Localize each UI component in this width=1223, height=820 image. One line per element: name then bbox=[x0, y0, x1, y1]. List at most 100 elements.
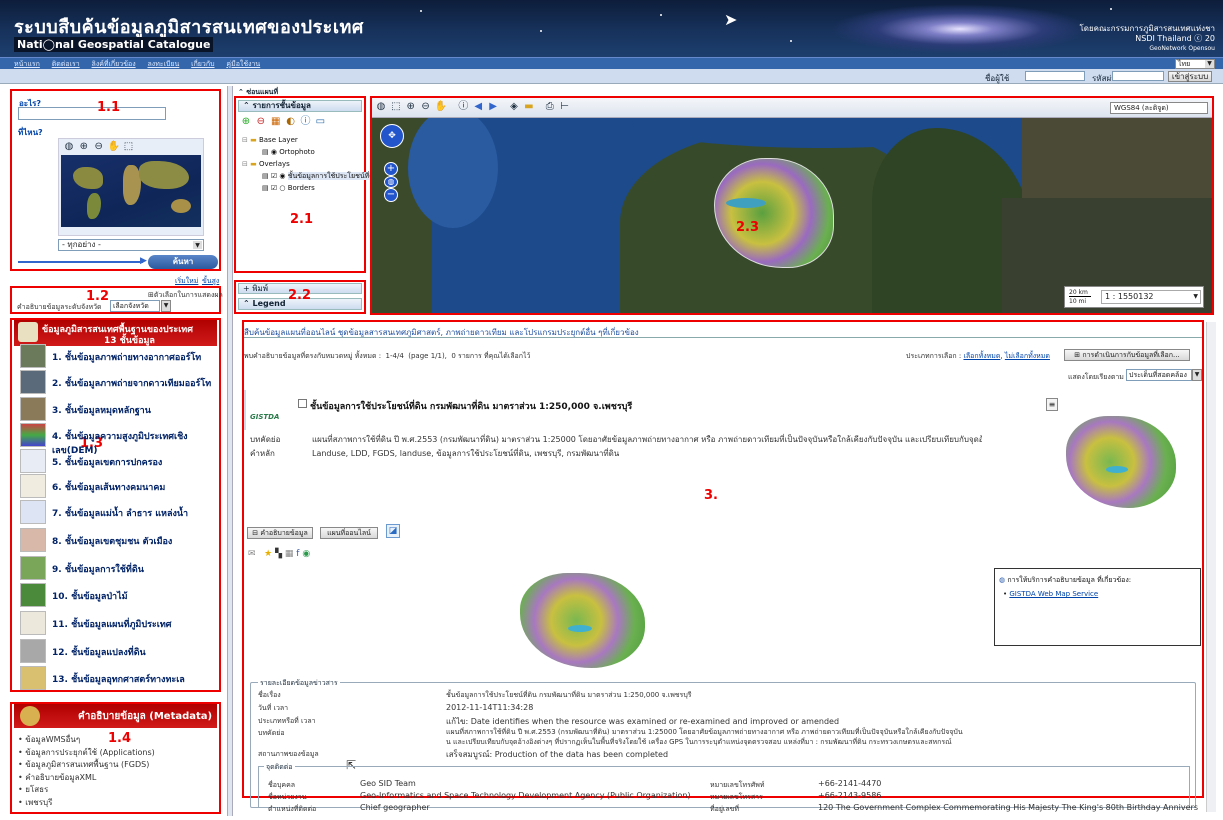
metadata-link[interactable]: • ข้อมูลการประยุกต์ใช้ (Applications) bbox=[18, 747, 155, 760]
username-input[interactable] bbox=[1025, 71, 1085, 81]
region-select[interactable]: - ทุกอย่าง - ▼ bbox=[58, 239, 204, 251]
metadata-link[interactable]: • ยโสธร bbox=[18, 784, 155, 797]
digg-icon[interactable]: ▦ bbox=[285, 549, 294, 559]
tree-node-borders[interactable]: ▤ ☑ ○ Borders bbox=[242, 182, 379, 194]
category-item[interactable]: 10. ชั้นข้อมูลป่าไม้ bbox=[20, 583, 216, 611]
actions-button[interactable]: ⊞ การดำเนินการกับข้อมูลที่เลือก... bbox=[1064, 349, 1190, 361]
document-icon[interactable]: ≡ bbox=[1046, 398, 1058, 411]
share-icon[interactable]: ◉ bbox=[302, 549, 310, 559]
nav-home[interactable]: หน้าแรก bbox=[14, 60, 40, 68]
reservoir-area bbox=[568, 625, 592, 632]
zoom-out-icon[interactable]: ⊖ bbox=[420, 101, 432, 113]
map-canvas[interactable]: ✥ + ◍ − 2.3 20 km 10 mi 1 : 1550132 ▼ bbox=[372, 118, 1212, 313]
tree-node-base[interactable]: ⊟ ▬ Base Layer bbox=[242, 134, 379, 146]
metadata-link[interactable]: • คำอธิบายข้อมูลXML bbox=[18, 772, 155, 785]
identify-icon[interactable]: ⓘ bbox=[457, 101, 469, 113]
facebook-icon[interactable]: f bbox=[296, 549, 299, 559]
email-icon[interactable]: ✉ bbox=[248, 549, 256, 559]
category-item[interactable]: 1. ชั้นข้อมูลภาพถ่ายทางอากาศออร์โท bbox=[20, 344, 216, 372]
search-button[interactable]: ค้นหา bbox=[148, 255, 218, 269]
password-input[interactable] bbox=[1112, 71, 1164, 81]
pan-hand-icon[interactable]: ✋ bbox=[435, 101, 447, 113]
zoom-world-icon[interactable]: ◍ bbox=[384, 176, 398, 188]
nav-related-links[interactable]: ลิงค์ที่เกี่ยวข้อง bbox=[92, 60, 136, 68]
category-thumbnail bbox=[20, 556, 46, 580]
nav-register[interactable]: ลงทะเบียน bbox=[147, 60, 179, 68]
select-box-icon[interactable]: ⬚ bbox=[123, 141, 135, 153]
globe-icon[interactable]: ◍ bbox=[63, 141, 75, 153]
metadata-link[interactable]: • เพชรบุรี bbox=[18, 797, 155, 810]
category-item[interactable]: 9. ชั้นข้อมูลการใช้ที่ดิน bbox=[20, 556, 216, 584]
map-panel: ◍ ⬚ ⊕ ⊖ ✋ ⓘ ◀ ▶ ◈ ▬ ⎙ ⊢ WGS84 (ละติจูด) … bbox=[370, 96, 1214, 315]
metadata-link[interactable]: • ข้อมูลภูมิสารสนเทศพื้นฐาน (FGDS) bbox=[18, 759, 155, 772]
annotation-2-1: 2.1 bbox=[290, 212, 314, 227]
category-item[interactable]: 5. ชั้นข้อมูลเขตการปกครอง bbox=[20, 449, 216, 477]
map-link-icon[interactable]: ◪ bbox=[386, 524, 400, 538]
category-item[interactable]: 8. ชั้นข้อมูลเขตชุมชน ตัวเมือง bbox=[20, 528, 216, 556]
star-icon[interactable]: ★ bbox=[264, 549, 272, 559]
sort-select[interactable]: ประเด็นที่สอดคล้อง bbox=[1126, 369, 1192, 381]
print-icon[interactable]: ⎙ bbox=[544, 101, 556, 113]
tree-node-ortophoto[interactable]: ▤ ◉ Ortophoto bbox=[242, 146, 379, 158]
category-item[interactable]: 13. ชั้นข้อมูลอุทกศาสตร์ทางทะเล bbox=[20, 666, 216, 694]
category-thumbnail bbox=[20, 528, 46, 552]
what-input[interactable] bbox=[18, 107, 166, 120]
category-item[interactable]: 12. ชั้นข้อมูลแปลงที่ดิน bbox=[20, 639, 216, 667]
back-icon[interactable]: ◀ bbox=[472, 101, 484, 113]
metadata-icon[interactable]: ▭ bbox=[314, 116, 326, 128]
province-select[interactable]: เลือกจังหวัด bbox=[110, 300, 160, 312]
forward-icon[interactable]: ▶ bbox=[487, 101, 499, 113]
tree-node-landuse[interactable]: ▤ ☑ ◉ ชั้นข้อมูลการใช้ประโยชน์ที่ดิน bbox=[242, 170, 379, 182]
record-checkbox[interactable] bbox=[298, 399, 307, 408]
open-icon[interactable]: ▬ bbox=[523, 101, 535, 113]
results-scrollbar[interactable] bbox=[1206, 322, 1216, 812]
tab-online-map[interactable]: แผนที่ออนไลน์ bbox=[320, 527, 378, 539]
opacity-icon[interactable]: ◐ bbox=[285, 116, 297, 128]
category-item[interactable]: 6. ชั้นข้อมูลเส้นทางคมนาคม bbox=[20, 474, 216, 502]
select-all-link[interactable]: เลือกทั้งหมด bbox=[963, 352, 1000, 360]
tree-node-overlays[interactable]: ⊟ ▬ Overlays bbox=[242, 158, 379, 170]
layers-icon[interactable]: ◈ bbox=[508, 101, 520, 113]
remove-layer-icon[interactable]: ⊖ bbox=[255, 116, 267, 128]
category-item[interactable]: 4. ชั้นข้อมูลความสูงภูมิประเทศเชิงเลข(DE… bbox=[20, 423, 216, 456]
category-item[interactable]: 2. ชั้นข้อมูลภาพถ่ายจากดาวเทียมออร์โท bbox=[20, 370, 216, 398]
category-item[interactable]: 3. ชั้นข้อมูลหมุดหลักฐาน bbox=[20, 397, 216, 425]
borders-label: Borders bbox=[287, 184, 315, 192]
add-layer-icon[interactable]: ⊕ bbox=[240, 116, 252, 128]
mini-map[interactable]: ◍ ⊕ ⊖ ✋ ⬚ bbox=[58, 138, 204, 236]
zoom-box-icon[interactable]: ⬚ bbox=[390, 101, 402, 113]
tab-metadata[interactable]: ⊟ คำอธิบายข้อมูล bbox=[247, 527, 313, 539]
folder-icon: ▬ bbox=[250, 160, 257, 168]
pan-hand-icon[interactable]: ✋ bbox=[108, 141, 120, 153]
measure-icon[interactable]: ⊢ bbox=[559, 101, 571, 113]
nav-contact[interactable]: ติดต่อเรา bbox=[52, 60, 80, 68]
zoom-in-icon[interactable]: ⊕ bbox=[405, 101, 417, 113]
zoom-out-icon[interactable]: − bbox=[384, 188, 398, 202]
scale-select[interactable]: 1 : 1550132 ▼ bbox=[1101, 290, 1201, 304]
zoom-in-icon[interactable]: + bbox=[384, 162, 398, 176]
category-item[interactable]: 7. ชั้นข้อมูลแม่น้ำ ลำธาร แหล่งน้ำ bbox=[20, 500, 216, 528]
chevron-down-icon[interactable]: ▼ bbox=[161, 300, 171, 312]
select-none-link[interactable]: ไม่เลือกทั้งหมด bbox=[1005, 352, 1050, 360]
login-button[interactable]: เข้าสู่ระบบ bbox=[1168, 71, 1212, 82]
projection-select[interactable]: WGS84 (ละติจูด) bbox=[1110, 102, 1208, 114]
nav-manual[interactable]: คู่มือใช้งาน bbox=[226, 60, 260, 68]
delicious-icon[interactable]: ▚ bbox=[275, 549, 282, 559]
globe-icon[interactable]: ◍ bbox=[375, 101, 387, 113]
print-label: พิมพ์ bbox=[252, 284, 269, 293]
category-thumbnail bbox=[20, 611, 46, 635]
category-label: 10. ชั้นข้อมูลป่าไม้ bbox=[52, 592, 128, 602]
info-icon[interactable]: ⓘ bbox=[300, 116, 312, 128]
zoom-out-icon[interactable]: ⊖ bbox=[93, 141, 105, 153]
record-title[interactable]: ชั้นข้อมูลการใช้ประโยชน์ที่ดิน กรมพัฒนาท… bbox=[310, 399, 632, 413]
language-select[interactable]: ไทย ▼ bbox=[1175, 59, 1215, 69]
style-icon[interactable]: ▦ bbox=[270, 116, 282, 128]
metadata-link[interactable]: • ข้อมูลWMSอื่นๆ bbox=[18, 734, 155, 747]
category-item[interactable]: 11. ชั้นข้อมูลแผนที่ภูมิประเทศ bbox=[20, 611, 216, 639]
gistda-wms-link[interactable]: GISTDA Web Map Service bbox=[1009, 590, 1098, 598]
pan-control-icon[interactable]: ✥ bbox=[380, 124, 404, 148]
chevron-down-icon[interactable]: ▼ bbox=[1192, 369, 1202, 381]
nav-about[interactable]: เกี่ยวกับ bbox=[191, 60, 214, 68]
splitter[interactable] bbox=[227, 86, 233, 816]
zoom-in-icon[interactable]: ⊕ bbox=[78, 141, 90, 153]
